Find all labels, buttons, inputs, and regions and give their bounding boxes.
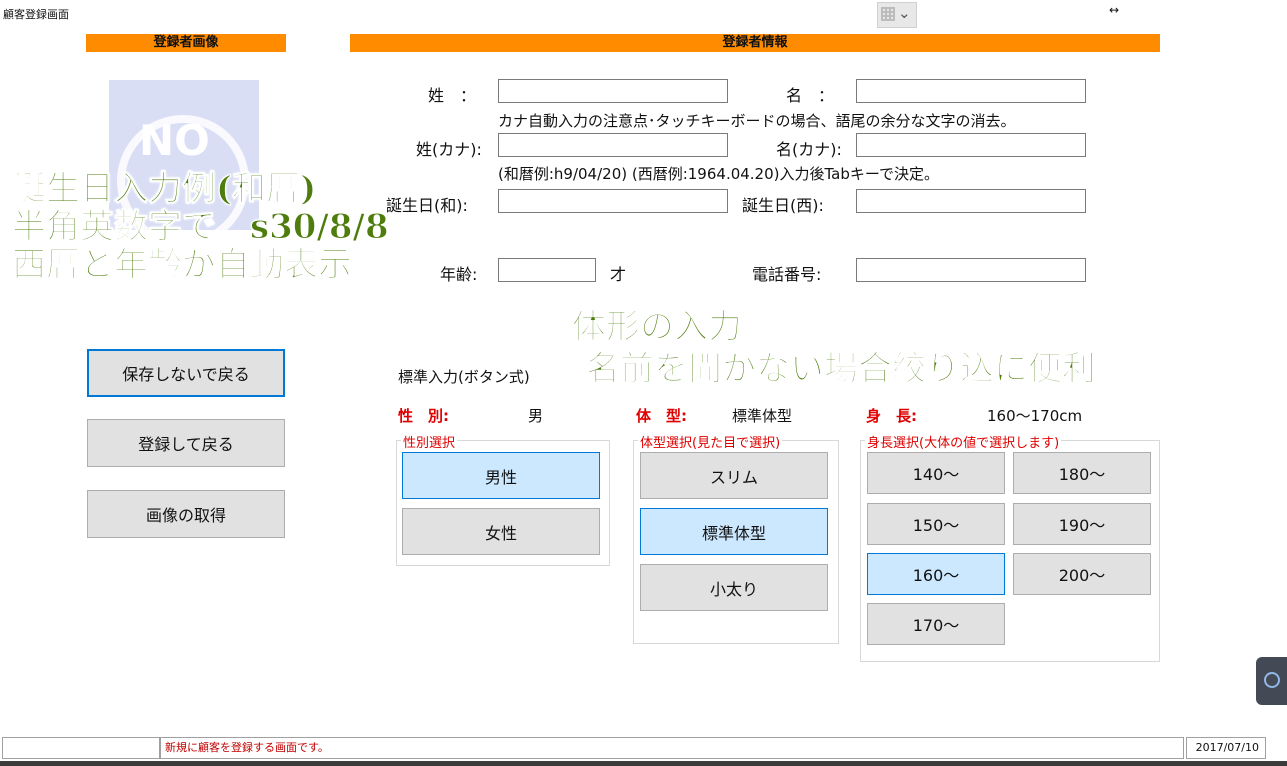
- date-format-note: (和暦例:h9/04/20) (西暦例:1964.04.20)入力後Tabキーで…: [498, 165, 939, 183]
- image-section-header: 登録者画像: [86, 34, 286, 52]
- height-summary-value: 160～170cm: [987, 407, 1083, 425]
- age-unit: 才: [610, 265, 627, 284]
- window-title: 顧客登録画面: [3, 8, 69, 21]
- age-input[interactable]: [498, 258, 596, 282]
- phone-input[interactable]: [856, 258, 1086, 282]
- height-200-button[interactable]: 200～: [1013, 553, 1151, 595]
- body-type-slim-button[interactable]: スリム: [640, 452, 828, 499]
- gender-group-title: 性別選択: [401, 432, 458, 451]
- birthday-wareki-input[interactable]: [498, 189, 728, 213]
- first-name-input[interactable]: [856, 79, 1086, 103]
- status-left-pane: [2, 737, 160, 759]
- back-without-save-button[interactable]: 保存しないで戻る: [87, 349, 285, 397]
- height-summary-label: 身 長:: [866, 407, 917, 425]
- annotation-line: 体形の入力: [572, 307, 743, 348]
- birthday-input-annotation: 誕生日入力例(和暦) 半角英数字で s30/8/8 西暦と年齢が自動表示: [12, 169, 390, 285]
- body-type-chubby-button[interactable]: 小太り: [640, 564, 828, 611]
- height-group-title: 身長選択(大体の値で選択します): [865, 432, 1062, 451]
- panel-toggle-icon: [1264, 672, 1280, 688]
- annotation-line: 半角英数字で s30/8/8: [12, 207, 390, 247]
- birthday-wareki-label: 誕生日(和):: [386, 196, 468, 215]
- first-name-kana-input[interactable]: [856, 133, 1086, 157]
- body-type-annotation: 体形の入力 名前を聞かない場合絞り込に便利: [572, 306, 1097, 390]
- taskbar-edge: [0, 761, 1287, 766]
- side-panel-tab[interactable]: [1256, 657, 1287, 705]
- birthday-seireki-label: 誕生日(西):: [742, 196, 824, 215]
- get-image-button[interactable]: 画像の取得: [87, 490, 285, 538]
- body-summary-value: 標準体型: [732, 407, 793, 425]
- resize-arrows-icon[interactable]: ↔: [1109, 3, 1119, 17]
- body-type-standard-button[interactable]: 標準体型: [640, 508, 828, 555]
- annotation-line: 誕生日入力例(和暦): [12, 169, 317, 209]
- body-summary-label: 体 型:: [636, 407, 687, 425]
- info-section-header: 登録者情報: [350, 34, 1160, 52]
- annotation-line: 名前を聞かない場合絞り込に便利: [586, 349, 1097, 390]
- no-image-text: NO: [139, 116, 210, 165]
- status-date: 2017/07/10: [1186, 737, 1266, 759]
- height-160-button[interactable]: 160～: [867, 553, 1005, 595]
- gender-summary-value: 男: [528, 407, 544, 425]
- first-name-kana-label: 名(カナ):: [776, 140, 842, 159]
- grid-icon: [881, 7, 895, 21]
- register-and-back-button[interactable]: 登録して戻る: [87, 419, 285, 467]
- chevron-down-icon: ⌄: [898, 4, 911, 22]
- gender-summary-label: 性 別:: [398, 407, 449, 425]
- gender-male-button[interactable]: 男性: [402, 452, 600, 499]
- standard-input-title: 標準入力(ボタン式): [398, 368, 530, 386]
- kana-input-note: カナ自動入力の注意点･タッチキーボードの場合、語尾の余分な文字の消去。: [498, 112, 1016, 130]
- gender-female-button[interactable]: 女性: [402, 508, 600, 555]
- height-150-button[interactable]: 150～: [867, 503, 1005, 545]
- first-name-label: 名 ：: [786, 86, 835, 105]
- body-type-group-title: 体型選択(見た目で選択): [638, 432, 783, 451]
- age-label: 年齢:: [440, 265, 478, 284]
- annotation-line: 西暦と年齢が自動表示: [12, 245, 353, 285]
- height-170-button[interactable]: 170～: [867, 603, 1005, 645]
- grid-dropdown-icon[interactable]: ⌄: [877, 2, 917, 28]
- last-name-kana-input[interactable]: [498, 133, 728, 157]
- last-name-label: 姓 ：: [428, 86, 477, 105]
- last-name-kana-label: 姓(カナ):: [416, 140, 482, 159]
- status-message: 新規に顧客を登録する画面です。: [160, 737, 1184, 759]
- height-180-button[interactable]: 180～: [1013, 452, 1151, 494]
- height-140-button[interactable]: 140～: [867, 452, 1005, 494]
- height-190-button[interactable]: 190～: [1013, 503, 1151, 545]
- last-name-input[interactable]: [498, 79, 728, 103]
- birthday-seireki-input[interactable]: [856, 189, 1086, 213]
- phone-label: 電話番号:: [752, 265, 822, 284]
